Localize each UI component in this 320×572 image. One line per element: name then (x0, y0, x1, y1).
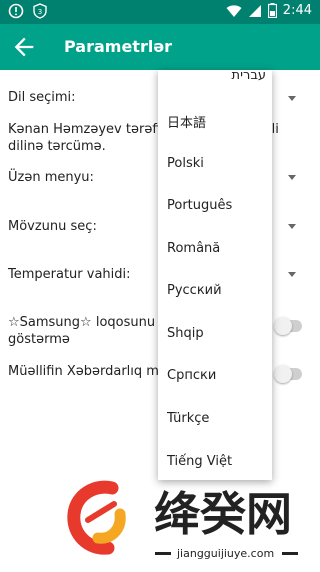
watermark-text: 绛癸网 (154, 487, 292, 541)
signal-icon (248, 4, 261, 17)
dropdown-option[interactable]: Türkçe (167, 411, 209, 426)
floating-menu-dropdown-arrow[interactable] (288, 175, 296, 180)
temperature-unit-label[interactable]: Temperatur vahidi: (8, 267, 131, 282)
alert-circle-icon (8, 3, 24, 19)
author-warning-label: Müəllifin Xəbərdarlıq m (8, 364, 159, 379)
status-bar: 3 2:44 (0, 0, 320, 24)
samsung-logo-label-line2: göstərmə (8, 332, 70, 347)
floating-menu-label[interactable]: Üzən menyu: (8, 170, 94, 185)
dropdown-option[interactable]: Polski (167, 156, 204, 171)
theme-select-label[interactable]: Mövzunu seç: (8, 219, 97, 234)
watermark-url: jiangguijiuye.com (176, 547, 274, 560)
temperature-dropdown-arrow[interactable] (288, 272, 296, 277)
language-dropdown-arrow[interactable] (288, 96, 296, 101)
language-setting-label[interactable]: Dil seçimi: (8, 90, 76, 105)
status-time: 2:44 (282, 3, 312, 18)
watermark: 绛癸网 jiangguijiuye.com (60, 474, 320, 568)
dropdown-option[interactable]: Română (167, 241, 220, 256)
translation-credit-line2: dilinə tərcümə. (8, 139, 106, 154)
wifi-icon (226, 4, 242, 17)
page-title: Parametrlər (64, 37, 173, 56)
dropdown-option[interactable]: Tiếng Việt (167, 454, 232, 469)
theme-dropdown-arrow[interactable] (288, 224, 296, 229)
dropdown-option[interactable]: עברית (232, 70, 266, 83)
battery-icon (267, 3, 277, 18)
dropdown-option[interactable]: Русский (167, 283, 222, 298)
toggle-knob (274, 365, 292, 383)
arrow-back-icon[interactable] (10, 33, 38, 61)
language-dropdown-menu: עברית 日本語 Polski Português Română Русски… (158, 70, 272, 480)
translation-credit-text: Kənan Həmzəyev tərəfin (8, 122, 169, 137)
samsung-logo-label-line1: ☆Samsung☆ loqosunu (8, 315, 156, 330)
status-right-icons: 2:44 (226, 3, 312, 18)
toggle-knob (274, 317, 292, 335)
watermark-logo: 绛癸网 jiangguijiuye.com (67, 480, 298, 560)
dropdown-option[interactable]: Српски (167, 368, 216, 383)
dropdown-option[interactable]: Shqip (167, 326, 204, 341)
dropdown-option[interactable]: Português (167, 198, 232, 213)
app-bar: Parametrlər (0, 24, 320, 70)
shield-icon: 3 (33, 3, 47, 19)
samsung-logo-toggle[interactable] (274, 317, 302, 335)
svg-text:3: 3 (38, 8, 42, 16)
dropdown-option[interactable]: 日本語 (167, 112, 206, 131)
author-warning-toggle[interactable] (274, 365, 302, 383)
status-left-icons: 3 (8, 3, 48, 19)
